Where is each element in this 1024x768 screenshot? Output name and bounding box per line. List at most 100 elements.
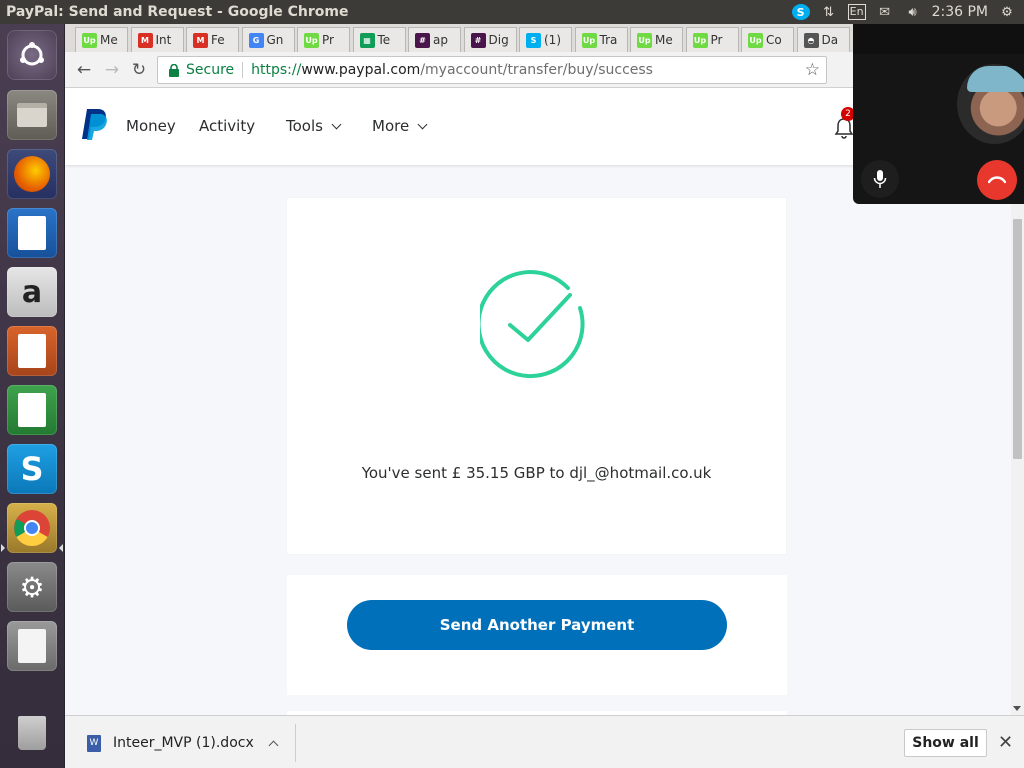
send-another-payment-button[interactable]: Send Another Payment <box>347 600 727 650</box>
tab-label: (1) <box>544 33 561 47</box>
tab-label: Dig <box>488 33 509 47</box>
scroll-down-arrow[interactable] <box>1013 706 1021 711</box>
sheets-icon: ▦ <box>359 32 375 48</box>
volume-icon[interactable]: 🔊︎ <box>904 4 922 20</box>
paypal-logo-icon[interactable] <box>79 107 109 141</box>
gear-icon[interactable]: ⚙ <box>998 4 1016 20</box>
scroll-thumb[interactable] <box>1013 219 1022 459</box>
browser-tab[interactable]: M Fe <box>186 27 239 52</box>
browser-tab[interactable]: ▦ Te <box>352 27 406 52</box>
browser-tab[interactable]: M Int <box>130 27 184 52</box>
call-overlay <box>853 24 1024 204</box>
google-icon: G <box>248 32 264 48</box>
word-document-icon: W <box>87 734 101 752</box>
slack-icon: # <box>415 32 430 48</box>
tab-label: Da <box>821 33 839 47</box>
ubuntu-dash-icon[interactable] <box>7 30 57 80</box>
tab-label: Pr <box>322 33 334 47</box>
phone-hangup-icon <box>988 176 1006 184</box>
nav-more[interactable]: More <box>372 117 428 135</box>
chevron-down-icon <box>417 119 428 130</box>
forward-button[interactable]: → <box>101 59 123 81</box>
skype-icon[interactable]: S <box>7 444 57 494</box>
skype-icon: S <box>526 32 541 48</box>
omnibox-separator <box>242 62 244 78</box>
bookmark-star-icon[interactable]: ☆ <box>805 60 820 80</box>
firefox-icon[interactable] <box>7 149 57 199</box>
writer-icon[interactable] <box>7 208 57 258</box>
calc-icon[interactable] <box>7 385 57 435</box>
browser-tab[interactable]: # ap <box>408 27 461 52</box>
download-file-name: Inteer_MVP (1).docx <box>113 735 254 751</box>
tab-label: Pr <box>710 33 723 47</box>
browser-tab[interactable]: Up Me <box>75 27 128 52</box>
tab-label: Me <box>655 33 673 47</box>
top-panel: PayPal: Send and Request - Google Chrome… <box>0 0 1024 24</box>
system-settings-icon[interactable]: ⚙ <box>7 562 57 612</box>
incognito-icon: ◓ <box>803 32 819 48</box>
caller-avatar <box>957 64 1024 144</box>
lock-icon <box>168 63 180 77</box>
keyboard-layout-indicator[interactable]: En <box>847 4 866 20</box>
browser-tab[interactable]: ◓ Da <box>796 27 850 52</box>
nav-tools-label: Tools <box>286 117 323 135</box>
upwork-icon: Up <box>748 32 763 48</box>
url-path: /myaccount/transfer/buy/success <box>420 62 653 78</box>
url-host: www.paypal.com <box>301 62 421 78</box>
tab-label: Co <box>766 33 782 47</box>
tab-label: Me <box>100 33 118 47</box>
tab-label: ap <box>433 33 448 47</box>
download-item[interactable]: W Inteer_MVP (1).docx <box>79 724 296 762</box>
impress-icon[interactable] <box>7 326 57 376</box>
address-bar[interactable]: Secure https://www.paypal.com/myaccount/… <box>157 56 827 84</box>
upwork-icon: Up <box>581 32 597 48</box>
close-icon[interactable]: ✕ <box>998 732 1013 753</box>
payment-sent-message: You've sent £ 35.15 GBP to djl_@hotmail.… <box>361 464 712 482</box>
active-indicator <box>59 544 63 552</box>
success-card: You've sent £ 35.15 GBP to djl_@hotmail.… <box>287 198 786 554</box>
nav-more-label: More <box>372 117 410 135</box>
actions-card: Send Another Payment <box>287 575 787 695</box>
files-icon[interactable] <box>7 90 57 140</box>
upwork-icon: Up <box>692 32 708 48</box>
browser-tab[interactable]: S (1) <box>519 27 572 52</box>
browser-tab[interactable]: Up Pr <box>685 27 739 52</box>
browser-tab[interactable]: Up Tra <box>574 27 628 52</box>
browser-tab[interactable]: G Gn <box>241 27 295 52</box>
upwork-icon: Up <box>82 32 97 48</box>
download-bar: W Inteer_MVP (1).docx Show all ✕ <box>65 715 1024 768</box>
upwork-icon: Up <box>637 32 652 48</box>
back-button[interactable]: ← <box>73 59 95 81</box>
nav-tools[interactable]: Tools <box>286 117 342 135</box>
microphone-icon <box>873 170 887 188</box>
success-check-icon <box>480 270 585 378</box>
nav-activity[interactable]: Activity <box>199 117 255 135</box>
slack-icon: # <box>470 32 486 48</box>
skype-tray-icon[interactable]: S <box>791 4 810 20</box>
browser-tab[interactable]: Up Pr <box>297 27 350 52</box>
hang-up-button[interactable] <box>977 160 1017 200</box>
show-all-downloads-button[interactable]: Show all <box>904 729 987 757</box>
reload-button[interactable]: ↻ <box>128 59 150 81</box>
tab-label: Int <box>155 33 172 47</box>
clock[interactable]: 2:36 PM <box>932 4 988 20</box>
network-icon[interactable]: ⇅ <box>820 4 838 20</box>
trash-icon[interactable] <box>7 708 57 758</box>
call-overlay-titlebar[interactable] <box>853 24 1024 54</box>
running-indicator <box>1 544 5 552</box>
browser-tab[interactable]: Up Co <box>741 27 794 52</box>
mail-icon[interactable]: ✉ <box>876 4 894 20</box>
amazon-icon[interactable]: a <box>7 267 57 317</box>
chevron-up-icon[interactable] <box>268 740 279 750</box>
microphone-button[interactable] <box>861 160 899 198</box>
gmail-icon: M <box>193 32 208 48</box>
chrome-icon[interactable] <box>7 503 57 553</box>
tab-label: Fe <box>211 33 225 47</box>
browser-tab[interactable]: # Dig <box>463 27 517 52</box>
browser-tab[interactable]: Up Me <box>630 27 683 52</box>
nav-money[interactable]: Money <box>126 117 176 135</box>
secure-label: Secure <box>186 62 235 78</box>
url-scheme: https:// <box>251 62 302 78</box>
libreoffice-icon[interactable] <box>7 621 57 671</box>
window-title: PayPal: Send and Request - Google Chrome <box>6 4 349 20</box>
